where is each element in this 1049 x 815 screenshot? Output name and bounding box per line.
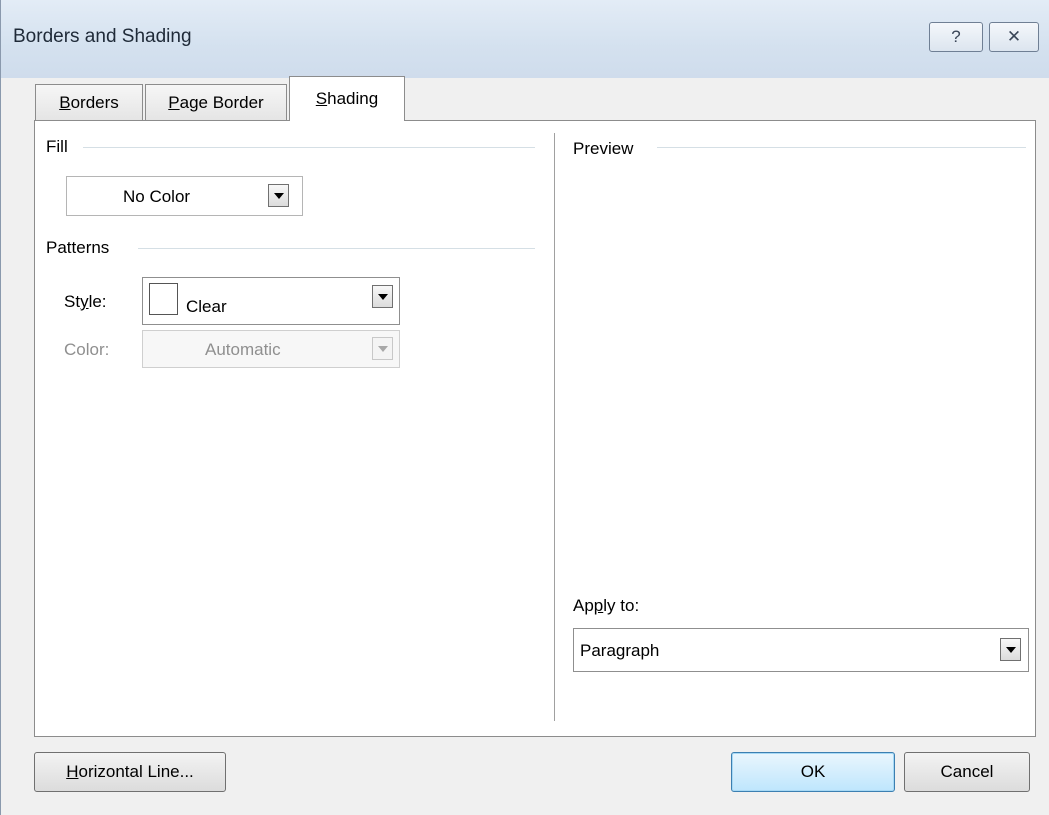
patterns-group-line: [138, 248, 535, 249]
fill-group-label: Fill: [46, 137, 76, 157]
apply-to-dropdown[interactable]: Paragraph: [573, 628, 1029, 672]
window-title: Borders and Shading: [13, 26, 192, 47]
pattern-style-dropdown[interactable]: Clear: [142, 277, 400, 325]
preview-group-label: Preview: [573, 139, 642, 159]
chevron-down-icon[interactable]: [1000, 638, 1021, 661]
chevron-down-icon[interactable]: [268, 184, 289, 207]
ok-button[interactable]: OK: [731, 752, 895, 792]
apply-to-value: Paragraph: [580, 641, 660, 660]
chevron-down-icon[interactable]: [372, 285, 393, 308]
fill-color-dropdown[interactable]: No Color: [66, 176, 303, 216]
pattern-color-value: Automatic: [205, 340, 281, 359]
color-label: Color:: [64, 340, 110, 359]
fill-group-line: [83, 147, 535, 148]
tab-borders[interactable]: Borders: [35, 84, 143, 120]
shading-tab-panel: Fill No Color Patterns Style: Clear Colo…: [34, 120, 1036, 737]
close-button[interactable]: ✕: [989, 22, 1039, 52]
preview-group-line: [657, 147, 1026, 148]
chevron-down-icon: [372, 337, 393, 360]
tab-page-border[interactable]: Page Border: [145, 84, 287, 120]
patterns-group-label: Patterns: [46, 238, 118, 258]
pattern-color-dropdown: Automatic: [142, 330, 400, 368]
help-icon: ?: [951, 27, 961, 46]
panel-divider: [554, 133, 555, 721]
fill-color-value: No Color: [123, 187, 191, 206]
apply-to-label: Apply to:: [573, 596, 640, 615]
cancel-button[interactable]: Cancel: [904, 752, 1030, 792]
tab-shading[interactable]: Shading: [289, 76, 405, 121]
close-icon: ✕: [1006, 27, 1022, 46]
borders-and-shading-dialog: Borders and Shading ? ✕ Borders Page Bor…: [0, 0, 1049, 815]
style-label: Style:: [64, 292, 107, 311]
pattern-swatch: [149, 283, 178, 315]
title-bar[interactable]: Borders and Shading ? ✕: [1, 0, 1049, 78]
help-button[interactable]: ?: [929, 22, 983, 52]
pattern-style-value: Clear: [186, 297, 227, 316]
horizontal-line-button[interactable]: Horizontal Line...: [34, 752, 226, 792]
